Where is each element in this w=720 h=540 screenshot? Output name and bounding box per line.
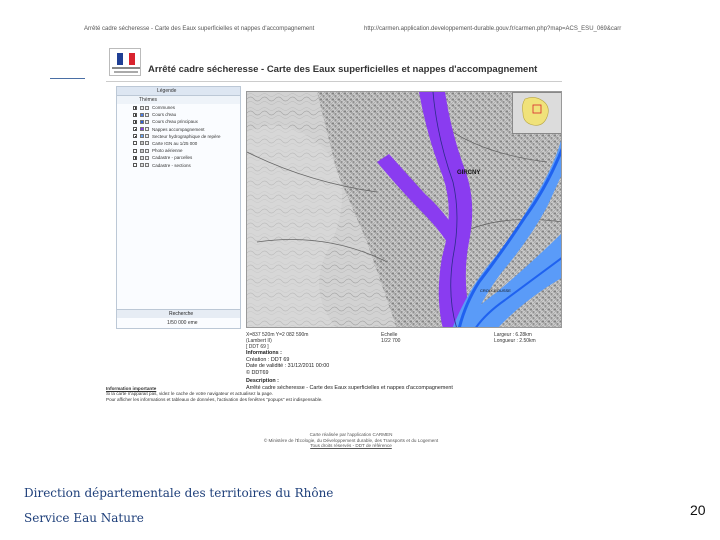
page-number: 20 — [690, 502, 706, 518]
carmen-app: Arrêté cadre sécheresse - Carte des Eaux… — [106, 44, 562, 448]
description-title: Description : — [246, 378, 279, 385]
layer-info-icon[interactable] — [145, 112, 149, 117]
browser-title: Arrêté cadre sécheresse - Carte des Eaux… — [84, 26, 315, 32]
map-label-croix-rousse: CROIX-ROUSSE — [480, 288, 511, 293]
coordinates-readout: X=837 520m Y=2 082 590m (Lambert II) [ D… — [246, 332, 309, 350]
layer-checkbox[interactable] — [133, 105, 137, 110]
credit-block: Carte réalisée par l'application CARMEN … — [246, 432, 456, 449]
browser-url[interactable]: http://carmen.application.developpement-… — [364, 26, 621, 32]
info-title: Informations : — [246, 350, 282, 356]
layer-info-icon[interactable] — [145, 155, 149, 160]
republic-logo — [109, 48, 141, 76]
layer-item[interactable]: Nappes accompagnement — [117, 126, 240, 133]
map-canvas[interactable]: GIRCNY CROIX-ROUSSE — [246, 91, 562, 328]
legend-panel: Légende Thèmes Communes Cours d'eau Cours … — [116, 86, 241, 329]
layer-checkbox[interactable] — [133, 112, 137, 117]
layer-item[interactable]: Photo aérienne — [117, 147, 240, 154]
layer-checkbox[interactable] — [133, 127, 137, 132]
app-title: Arrêté cadre sécheresse - Carte des Eaux… — [148, 64, 538, 75]
layer-label: Cadastre - parcelles — [152, 155, 193, 161]
important-notice: Information importante Si la carte n'app… — [106, 386, 562, 402]
browser-header: Arrêté cadre sécheresse - Carte des Eaux… — [84, 24, 640, 36]
layer-checkbox[interactable] — [133, 163, 137, 167]
layer-swatch-icon — [140, 112, 144, 117]
info-line: Date de validité : 31/12/2011 00:00 — [246, 363, 330, 370]
layer-info-icon[interactable] — [145, 127, 149, 132]
layer-label: Cours d'eau principaux — [152, 119, 198, 125]
info-line: Création : DDT 69 — [246, 356, 290, 363]
layer-label: Photo aérienne — [152, 148, 183, 154]
layer-checkbox[interactable] — [133, 155, 137, 160]
themes-header[interactable]: Thèmes — [117, 96, 240, 104]
legend-header[interactable]: Légende — [117, 87, 240, 96]
layer-checkbox[interactable] — [133, 134, 137, 139]
layer-label: Carte IGN au 1/25 000 — [152, 140, 198, 146]
search-tab[interactable]: Recherche — [117, 309, 240, 318]
layer-item[interactable]: Cours d'eau — [117, 111, 240, 118]
layer-swatch-icon — [140, 155, 144, 160]
layer-item[interactable]: Cours d'eau principaux — [117, 118, 240, 125]
layer-item[interactable]: Secteur hydrographique de repère — [117, 133, 240, 140]
layer-info-icon[interactable] — [145, 119, 149, 124]
layer-checkbox[interactable] — [133, 148, 137, 153]
layer-checkbox[interactable] — [133, 119, 137, 124]
layer-swatch-icon — [140, 148, 144, 153]
layer-swatch-icon — [140, 119, 144, 124]
layer-item[interactable]: Communes — [117, 104, 240, 111]
layer-item[interactable]: Carte IGN au 1/25 000 — [117, 140, 240, 147]
layer-item[interactable]: Cadastre - parcelles — [117, 154, 240, 161]
layer-info-icon[interactable] — [145, 141, 149, 146]
notice-line: Pour afficher les informations et tablea… — [106, 396, 323, 402]
map-status-bar: X=837 520m Y=2 082 590m (Lambert II) [ D… — [246, 330, 562, 350]
info-line: © DDT69 — [246, 369, 269, 376]
layer-info-icon[interactable] — [145, 105, 149, 110]
layer-info-icon[interactable] — [145, 148, 149, 153]
slide-rule — [50, 78, 85, 79]
scale-readout[interactable]: 1/50 000 eme — [117, 318, 240, 328]
layer-item[interactable]: Cadastre - sections — [117, 162, 240, 169]
app-header: Arrêté cadre sécheresse - Carte des Eaux… — [106, 44, 562, 82]
layer-info-icon[interactable] — [145, 163, 149, 167]
layer-swatch-icon — [140, 134, 144, 139]
overview-map[interactable] — [512, 92, 561, 134]
layer-list: Communes Cours d'eau Cours d'eau principau… — [117, 104, 240, 169]
layer-label: Nappes accompagnement — [152, 126, 205, 132]
map-label-gircny: GIRCNY — [457, 170, 480, 176]
slide-footer-directorate: Direction départementale des territoires… — [24, 486, 334, 500]
layer-label: Cours d'eau — [152, 112, 177, 118]
scale-status: Echelle 1/22 700 — [381, 332, 401, 344]
layer-swatch-icon — [140, 141, 144, 146]
layer-swatch-icon — [140, 127, 144, 132]
layer-swatch-icon — [140, 163, 144, 167]
credit-line[interactable]: Tous droits réservés - DDT de référence — [246, 443, 456, 449]
layer-label: Cadastre - sections — [152, 162, 191, 168]
layer-checkbox[interactable] — [133, 141, 137, 146]
layer-info-icon[interactable] — [145, 134, 149, 139]
layer-swatch-icon — [140, 105, 144, 110]
slide-footer-service: Service Eau Nature — [24, 511, 144, 525]
extent-readout: Largeur : 6.28km Longueur : 2.50km — [494, 332, 536, 344]
layer-label: Communes — [152, 105, 176, 110]
layer-label: Secteur hydrographique de repère — [152, 133, 221, 139]
french-flag-icon — [117, 53, 135, 65]
